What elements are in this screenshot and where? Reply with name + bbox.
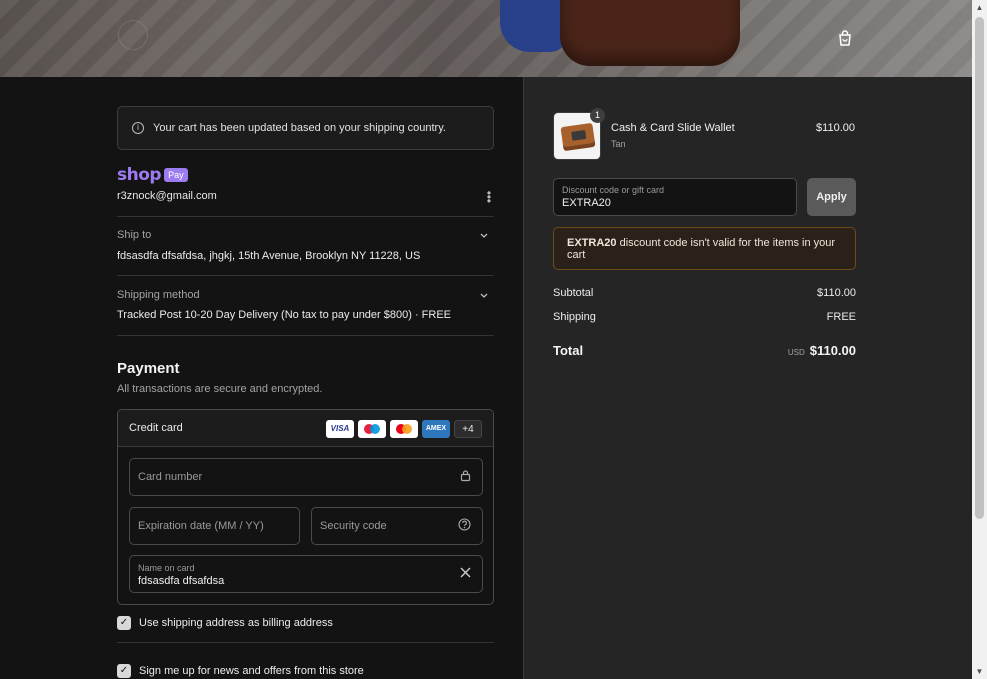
shipping-method-label: Shipping method xyxy=(117,289,200,301)
divider xyxy=(117,275,494,276)
subtotal-value: $110.00 xyxy=(817,287,856,299)
shipping-row: Shipping FREE xyxy=(553,311,856,323)
product-name: Cash & Card Slide Wallet xyxy=(611,122,735,134)
total-label: Total xyxy=(553,343,584,358)
scroll-thumb[interactable] xyxy=(975,17,984,519)
visa-icon: VISA xyxy=(326,420,354,438)
total-row: Total USD $110.00 xyxy=(553,343,856,358)
header-banner xyxy=(0,0,972,77)
card-number-input[interactable]: Card number xyxy=(129,458,483,496)
billing-address-checkbox[interactable]: ✓ xyxy=(117,616,131,630)
total-currency: USD xyxy=(787,348,805,357)
ship-to-value: fdsasdfa dfsafdsa, jhgkj, 15th Avenue, B… xyxy=(117,250,421,262)
clear-icon[interactable] xyxy=(460,567,471,581)
newsletter-checkbox-row[interactable]: ✓ Sign me up for news and offers from th… xyxy=(117,664,364,678)
shipping-method-value: Tracked Post 10-20 Day Delivery (No tax … xyxy=(117,309,452,321)
store-logo[interactable] xyxy=(118,20,148,50)
account-email: r3znock@gmail.com xyxy=(117,190,217,202)
order-summary: 1 Cash & Card Slide Wallet Tan $110.00 D… xyxy=(523,77,972,679)
amex-icon: AMEX xyxy=(422,420,450,438)
info-icon: i xyxy=(132,122,144,134)
help-icon[interactable] xyxy=(458,518,471,534)
shipping-label: Shipping xyxy=(553,311,596,323)
subtotal-label: Subtotal xyxy=(553,287,594,299)
quantity-badge: 1 xyxy=(590,108,605,123)
card-brands: VISA AMEX +4 xyxy=(326,420,482,438)
chevron-down-icon[interactable] xyxy=(479,230,489,240)
shop-pay-logo: shop Pay xyxy=(117,165,188,185)
billing-address-checkbox-row[interactable]: ✓ Use shipping address as billing addres… xyxy=(117,616,333,630)
divider xyxy=(117,642,494,643)
name-on-card-label: Name on card xyxy=(138,563,195,573)
scroll-down-arrow-icon[interactable]: ▼ xyxy=(972,664,987,679)
total-value: $110.00 xyxy=(809,343,856,358)
banner-photo-bag xyxy=(560,0,740,66)
more-brands-badge: +4 xyxy=(454,420,482,438)
lock-icon xyxy=(460,470,471,485)
payment-subtitle: All transactions are secure and encrypte… xyxy=(117,383,323,395)
expiration-placeholder: Expiration date (MM / YY) xyxy=(138,520,264,532)
error-code: EXTRA20 xyxy=(567,236,617,249)
cart-updated-notice: i Your cart has been updated based on yo… xyxy=(117,106,494,150)
subtotal-row: Subtotal $110.00 xyxy=(553,287,856,299)
credit-card-option[interactable]: Credit card VISA AMEX +4 xyxy=(118,410,493,447)
name-on-card-value: fdsasdfa dfsafdsa xyxy=(138,575,225,587)
shipping-value: FREE xyxy=(826,311,856,323)
divider xyxy=(117,216,494,217)
chevron-down-icon[interactable] xyxy=(479,290,489,300)
maestro-icon xyxy=(358,420,386,438)
discount-error-message: EXTRA20 discount code isn't valid for th… xyxy=(553,227,856,270)
banner-photo-jeans xyxy=(500,0,568,52)
discount-label: Discount code or gift card xyxy=(562,185,665,195)
billing-address-label: Use shipping address as billing address xyxy=(139,617,333,629)
security-code-input[interactable]: Security code xyxy=(311,507,483,545)
scroll-up-arrow-icon[interactable]: ▲ xyxy=(972,0,987,15)
apply-button[interactable]: Apply xyxy=(807,178,856,216)
wallet-image xyxy=(560,122,596,152)
shop-wordmark: shop xyxy=(117,165,162,185)
mastercard-icon xyxy=(390,420,418,438)
credit-card-label: Credit card xyxy=(129,422,183,434)
security-placeholder: Security code xyxy=(320,520,387,532)
name-on-card-input[interactable]: Name on card fdsasdfa dfsafdsa xyxy=(129,555,483,593)
payment-title: Payment xyxy=(117,360,180,377)
more-options-icon[interactable]: • • • xyxy=(486,187,492,207)
product-price: $110.00 xyxy=(816,122,855,134)
divider xyxy=(117,335,494,336)
discount-value: EXTRA20 xyxy=(562,197,611,209)
shopping-bag-icon[interactable] xyxy=(836,29,854,47)
expiration-date-input[interactable]: Expiration date (MM / YY) xyxy=(129,507,300,545)
newsletter-label: Sign me up for news and offers from this… xyxy=(139,665,364,677)
pay-badge: Pay xyxy=(164,168,188,182)
page-scrollbar[interactable]: ▲ ▼ xyxy=(972,0,987,679)
newsletter-checkbox[interactable]: ✓ xyxy=(117,664,131,678)
product-variant: Tan xyxy=(611,139,626,149)
notice-text: Your cart has been updated based on your… xyxy=(153,122,446,134)
checkout-main: i Your cart has been updated based on yo… xyxy=(0,77,523,679)
discount-code-input[interactable]: Discount code or gift card EXTRA20 xyxy=(553,178,797,216)
card-number-placeholder: Card number xyxy=(138,471,203,483)
ship-to-label: Ship to xyxy=(117,229,152,241)
